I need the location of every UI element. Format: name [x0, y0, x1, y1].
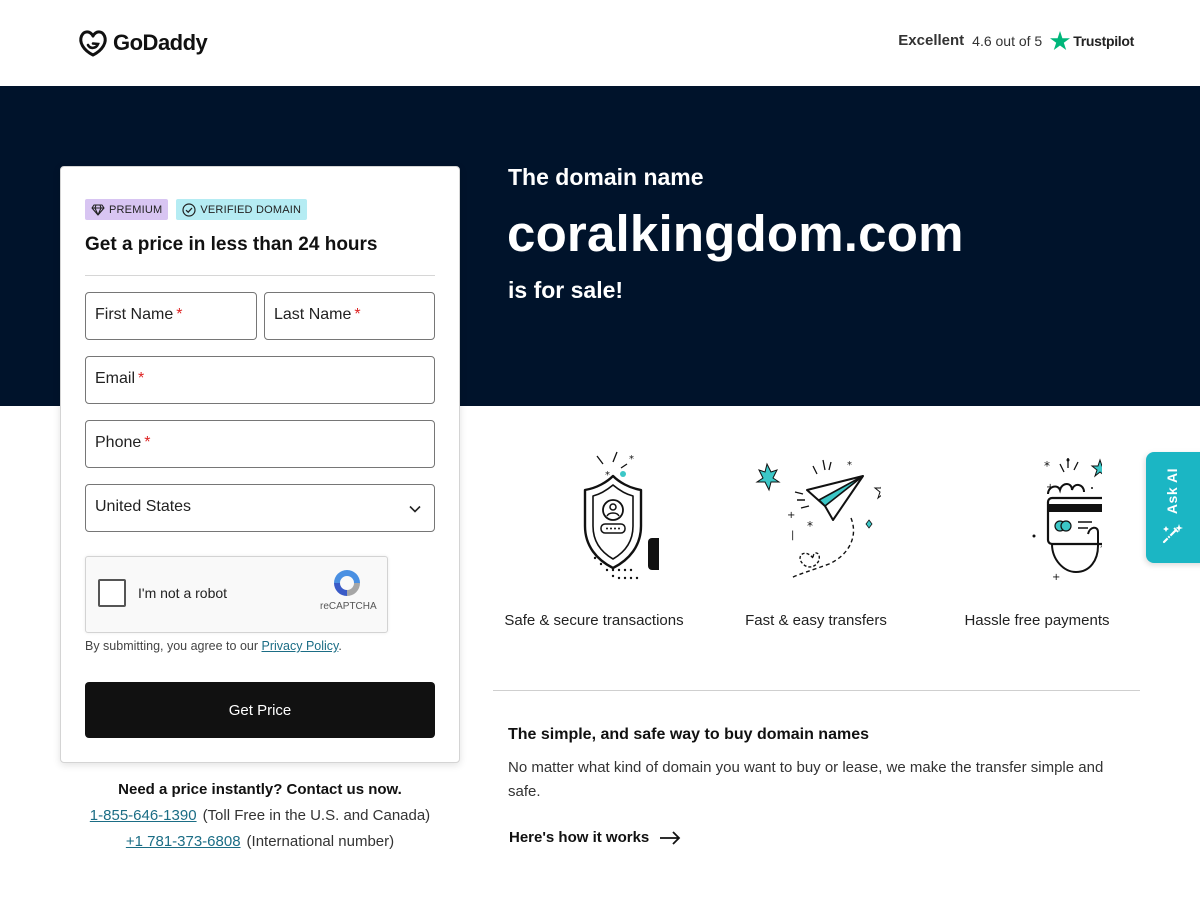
last-name-label: Last Name * [274, 306, 361, 323]
international-note: (International number) [246, 833, 395, 850]
badge-group: PREMIUM VERIFIED DOMAIN [85, 199, 308, 220]
paper-plane-icon: * * + | [755, 459, 881, 579]
international-phone-link[interactable]: +1 781-373-6808 [126, 833, 241, 850]
recaptcha-widget: I'm not a robot reCAPTCHA [85, 556, 388, 633]
first-name-label: First Name * [95, 306, 183, 323]
diamond-icon [91, 203, 105, 216]
feature-secure: * * Safe & secure transactions [484, 448, 704, 629]
brand-name: GoDaddy [113, 30, 208, 55]
recaptcha-brand: reCAPTCHA [320, 601, 377, 612]
svg-text:+: + [787, 510, 795, 521]
toll-free-line: 1-855-646-1390 (Toll Free in the U.S. and… [60, 807, 460, 824]
required-marker: * [138, 370, 145, 387]
phone-field[interactable]: Phone * [85, 420, 435, 468]
how-it-works-link[interactable]: Here's how it works [509, 829, 681, 846]
verified-domain-badge: VERIFIED DOMAIN [176, 199, 308, 220]
form-title: Get a price in less than 24 hours [85, 234, 378, 255]
svg-text:*: * [807, 519, 813, 533]
hero-intro: The domain name [508, 164, 704, 190]
chevron-down-icon [409, 505, 421, 513]
svg-text:|: | [791, 530, 794, 541]
godaddy-logo[interactable]: GoDaddy [77, 28, 208, 58]
info-text: No matter what kind of domain you want t… [508, 759, 1104, 800]
svg-text:*: * [629, 454, 634, 465]
site-header: GoDaddy Excellent 4.6 out of 5 Trustpilo… [0, 0, 1200, 86]
godaddy-mark-icon [79, 30, 107, 57]
section-divider [493, 690, 1140, 691]
trust-rating-text: Excellent [898, 32, 965, 49]
last-name-field[interactable]: Last Name * [264, 292, 435, 340]
feature-payments-label: Hassle free payments [964, 612, 1110, 629]
form-divider [85, 275, 435, 276]
email-label: Email * [95, 370, 145, 387]
trustpilot-brand: Trustpilot [1050, 31, 1134, 50]
ask-ai-button[interactable]: Ask AI [1146, 452, 1200, 563]
toll-free-note: (Toll Free in the U.S. and Canada) [202, 807, 431, 824]
magic-wand-icon [1162, 524, 1183, 544]
how-it-works-label: Here's how it works [509, 829, 650, 846]
contact-section: Need a price instantly? Contact us now. … [60, 781, 460, 850]
privacy-policy-link[interactable]: Privacy Policy [262, 639, 339, 653]
feature-secure-label: Safe & secure transactions [504, 612, 684, 629]
info-title: The simple, and safe way to buy domain n… [508, 726, 869, 743]
trustpilot-label: Trustpilot [1073, 32, 1134, 49]
country-value: United States [95, 498, 192, 515]
contact-title: Need a price instantly? Contact us now. [118, 781, 402, 798]
feature-transfers-label: Fast & easy transfers [745, 612, 887, 629]
email-field[interactable]: Email * [85, 356, 435, 404]
premium-badge-label: PREMIUM [109, 203, 163, 216]
international-line: +1 781-373-6808 (International number) [60, 833, 460, 850]
svg-text:*: * [847, 460, 852, 471]
domain-name: coralkingdom.com [507, 205, 964, 262]
price-request-form: PREMIUM VERIFIED DOMAIN Get a price in l… [60, 166, 460, 763]
required-marker: * [354, 306, 361, 323]
feature-transfers: * * + | Fast & easy transfers [706, 448, 926, 629]
svg-text:+: + [1052, 572, 1060, 583]
feature-payments: * + * + Hassle free payments [927, 448, 1147, 629]
arrow-right-icon [660, 830, 681, 845]
recaptcha-logo-icon [334, 570, 360, 596]
trust-score-text: 4.6 out of 5 [972, 32, 1043, 49]
required-marker: * [176, 306, 183, 323]
phone-label: Phone * [95, 434, 151, 451]
shield-icon: * * [583, 451, 659, 580]
premium-badge: PREMIUM [85, 199, 169, 220]
country-select[interactable]: United States [85, 484, 435, 532]
consent-text: By submitting, you agree to our Privacy … [85, 639, 342, 653]
verified-badge-label: VERIFIED DOMAIN [200, 203, 302, 216]
sale-status: is for sale! [508, 277, 624, 303]
trustpilot-rating[interactable]: Excellent 4.6 out of 5 Trustpilot [898, 31, 1134, 50]
star-icon [1050, 31, 1071, 50]
recaptcha-checkbox[interactable] [98, 579, 126, 607]
toll-free-phone-link[interactable]: 1-855-646-1390 [90, 807, 197, 824]
get-price-button[interactable]: Get Price [85, 682, 435, 738]
required-marker: * [144, 434, 151, 451]
svg-text:*: * [1100, 541, 1102, 555]
card-payment-icon: * + * + [1032, 458, 1102, 583]
first-name-field[interactable]: First Name * [85, 292, 257, 340]
svg-text:*: * [1044, 459, 1050, 473]
ask-ai-label: Ask AI [1164, 468, 1180, 515]
check-circle-icon [182, 202, 196, 217]
recaptcha-label: I'm not a robot [138, 585, 228, 601]
